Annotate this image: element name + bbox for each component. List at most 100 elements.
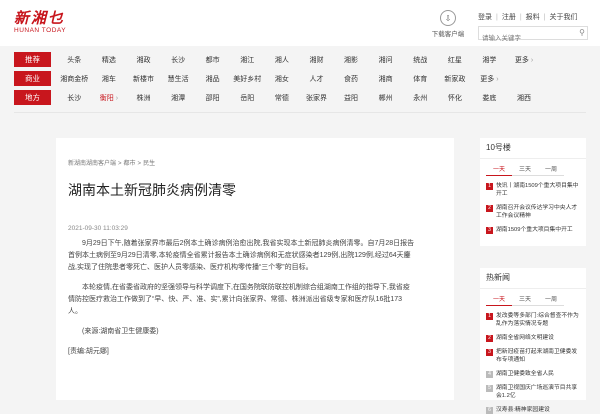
- list-item[interactable]: 5 湖南卫视国庆广场巡演节目共享会1.2亿: [486, 384, 580, 400]
- list-item[interactable]: 2 湖南召开会议传达学习中央人才工作会议精神: [486, 204, 580, 220]
- nav-item[interactable]: 湘问: [368, 55, 403, 65]
- nav-item[interactable]: 郴州: [368, 93, 403, 103]
- nav-more[interactable]: 更多: [472, 74, 507, 84]
- register-link[interactable]: 注册: [502, 14, 516, 21]
- nav-head[interactable]: 推荐: [14, 52, 51, 67]
- nav-item[interactable]: 都市: [195, 55, 230, 65]
- channel-nav: 推荐 头条 精选 湘政 长沙 都市 湘江 湘人 湘财 湘影 湘问 统战 红星 湘…: [14, 52, 586, 109]
- nav-item[interactable]: 新家政: [438, 74, 473, 84]
- login-link[interactable]: 登录: [478, 14, 492, 21]
- list-item[interactable]: 6 汉寿县:精神家园建设: [486, 406, 580, 414]
- list-item[interactable]: 1 快讯丨湖南1509个重大项目集中开工: [486, 182, 580, 198]
- nav-item[interactable]: 湘江: [230, 55, 265, 65]
- nav-item[interactable]: 常德: [265, 93, 300, 103]
- search-box: ⚲: [478, 26, 588, 45]
- rank-badge: 4: [486, 370, 493, 378]
- article-editor: [责编:胡元娜]: [68, 348, 109, 355]
- news-link[interactable]: 湖南1509个重大项目集中开工: [496, 226, 573, 234]
- nav-item[interactable]: 食药: [334, 74, 369, 84]
- download-label: 下载客户端: [431, 31, 465, 38]
- nav-item[interactable]: 统战: [403, 55, 438, 65]
- nav-item[interactable]: 湘人: [265, 55, 300, 65]
- sidebar-title: 热新闻: [480, 268, 586, 289]
- tab-one-week[interactable]: 一周: [538, 295, 564, 306]
- about-link[interactable]: 关于我们: [549, 14, 577, 21]
- nav-item[interactable]: 头条: [57, 55, 92, 65]
- nav-item-active[interactable]: 衡阳: [92, 93, 127, 103]
- user-links: 登录 | 注册 | 报料 | 关于我们: [478, 14, 578, 21]
- nav-item[interactable]: 湘车: [92, 74, 127, 84]
- header-divider: [14, 112, 586, 113]
- nav-item[interactable]: 湘潭: [161, 93, 196, 103]
- nav-item[interactable]: 湘女: [265, 74, 300, 84]
- nav-more[interactable]: 更多: [507, 55, 542, 65]
- nav-item[interactable]: 美好乡村: [230, 74, 265, 84]
- article-body: 9月29日下午,随着张家界市最后2例本土确诊病例治愈出院,我省实现本土新冠肺炎病…: [68, 238, 416, 366]
- logo-text: 新湘乜: [14, 9, 66, 27]
- nav-item[interactable]: 株洲: [126, 93, 161, 103]
- rank-badge: 1: [486, 182, 493, 190]
- breadcrumb-livelihood[interactable]: 民生: [143, 161, 155, 167]
- news-link[interactable]: 湖南全省网络文明建设: [496, 334, 554, 342]
- nav-item[interactable]: 长沙: [161, 55, 196, 65]
- sidebar-news-list: 1 快讯丨湖南1509个重大项目集中开工 2 湖南召开会议传达学习中央人才工作会议精…: [480, 182, 586, 234]
- nav-row-recommend: 推荐 头条 精选 湘政 长沙 都市 湘江 湘人 湘财 湘影 湘问 统战 红星 湘…: [14, 52, 586, 67]
- tab-three-days[interactable]: 三天: [512, 295, 538, 306]
- nav-item[interactable]: 邵阳: [195, 93, 230, 103]
- list-item[interactable]: 3 湖南1509个重大项目集中开工: [486, 226, 580, 234]
- tab-three-days[interactable]: 三天: [512, 165, 538, 176]
- nav-item[interactable]: 湘财: [299, 55, 334, 65]
- nav-item[interactable]: 湘商: [368, 74, 403, 84]
- nav-item[interactable]: 湘西: [507, 93, 542, 103]
- nav-item[interactable]: 益阳: [334, 93, 369, 103]
- download-icon: ⇩: [440, 10, 456, 26]
- news-link[interactable]: 湖南卫视国庆广场巡演节目共享会1.2亿: [496, 384, 580, 400]
- nav-item[interactable]: 湘政: [126, 55, 161, 65]
- nav-item[interactable]: 湘商金桥: [57, 74, 92, 84]
- nav-head[interactable]: 商业: [14, 71, 51, 86]
- rank-badge: 2: [486, 204, 493, 212]
- tab-one-day[interactable]: 一天: [486, 165, 512, 176]
- nav-item[interactable]: 体育: [403, 74, 438, 84]
- news-link[interactable]: 汉寿县:精神家园建设: [496, 406, 550, 414]
- tab-one-week[interactable]: 一周: [538, 165, 564, 176]
- site-logo[interactable]: 新湘乜 HUNAN TODAY: [14, 10, 84, 40]
- tab-one-day[interactable]: 一天: [486, 295, 512, 306]
- nav-item[interactable]: 慧生活: [161, 74, 196, 84]
- download-app[interactable]: ⇩ 下载客户端: [428, 10, 468, 38]
- news-link[interactable]: 湖南召开会议传达学习中央人才工作会议精神: [496, 204, 580, 220]
- nav-item[interactable]: 娄底: [472, 93, 507, 103]
- sidebar-building10: 10号楼 一天 三天 一周 1 快讯丨湖南1509个重大项目集中开工 2 湖南召开会…: [480, 138, 586, 246]
- news-link[interactable]: 把新冠疫苗打起来湖南卫健委发布专项通知: [496, 348, 580, 364]
- list-item[interactable]: 3 把新冠疫苗打起来湖南卫健委发布专项通知: [486, 348, 580, 364]
- search-icon[interactable]: ⚲: [579, 28, 585, 37]
- news-link[interactable]: 湖南卫健委致全省人民: [496, 370, 554, 378]
- list-item[interactable]: 2 湖南全省网络文明建设: [486, 334, 580, 342]
- nav-item[interactable]: 湘影: [334, 55, 369, 65]
- nav-item[interactable]: 怀化: [438, 93, 473, 103]
- nav-item[interactable]: 岳阳: [230, 93, 265, 103]
- news-link[interactable]: 发改委等多部门:综合督查不作为乱作为落实情况专题: [496, 312, 580, 328]
- search-input[interactable]: [479, 32, 575, 45]
- sidebar-tabs: 一天 三天 一周: [486, 295, 580, 306]
- nav-row-local: 地方 长沙 衡阳 株洲 湘潭 邵阳 岳阳 常德 张家界 益阳 郴州 永州 怀化 …: [14, 90, 586, 105]
- nav-item[interactable]: 人才: [299, 74, 334, 84]
- top-header: 新湘乜 HUNAN TODAY ⇩ 下载客户端 登录|注册|报料|关于我们 ⚲: [0, 0, 600, 46]
- list-item[interactable]: 4 湖南卫健委致全省人民: [486, 370, 580, 378]
- nav-item[interactable]: 长沙: [57, 93, 92, 103]
- breadcrumb-city[interactable]: 都市: [124, 161, 136, 167]
- list-item[interactable]: 1 发改委等多部门:综合督查不作为乱作为落实情况专题: [486, 312, 580, 328]
- report-link[interactable]: 报料: [526, 14, 540, 21]
- nav-item[interactable]: 湘学: [472, 55, 507, 65]
- nav-item[interactable]: 红星: [438, 55, 473, 65]
- sidebar-hot-news: 热新闻 一天 三天 一周 1 发改委等多部门:综合督查不作为乱作为落实情况专题 2…: [480, 268, 586, 414]
- nav-item[interactable]: 张家界: [299, 93, 334, 103]
- breadcrumb-home[interactable]: 新湖南湖南客户端: [68, 161, 116, 167]
- nav-item[interactable]: 湘品: [195, 74, 230, 84]
- nav-item[interactable]: 新楼市: [126, 74, 161, 84]
- nav-item[interactable]: 精选: [92, 55, 127, 65]
- rank-badge: 3: [486, 348, 493, 356]
- news-link[interactable]: 快讯丨湖南1509个重大项目集中开工: [496, 182, 580, 198]
- nav-head[interactable]: 地方: [14, 90, 51, 105]
- nav-item[interactable]: 永州: [403, 93, 438, 103]
